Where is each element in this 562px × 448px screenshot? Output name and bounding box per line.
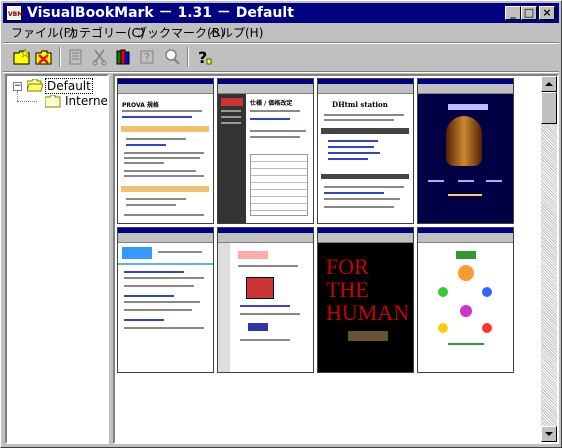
close-button[interactable]: ×	[539, 6, 555, 20]
thumbnail-heading: PROVA 規格	[122, 102, 159, 109]
close-icon: ×	[542, 6, 552, 19]
human-line-human: HUMAN	[326, 300, 410, 325]
window-title: VisualBookMark － 1.31 － Default	[27, 5, 294, 21]
tree-connector-v	[17, 91, 18, 101]
human-line-the: THE	[326, 277, 369, 302]
tree-connector-h	[17, 101, 37, 102]
toolbar-divider-2	[187, 47, 189, 67]
app-icon-text: VBM	[8, 11, 24, 18]
scroll-down-button[interactable]	[541, 426, 557, 442]
thumbnail-card[interactable]	[417, 78, 514, 224]
help-icon: ?	[198, 48, 212, 66]
scroll-down-icon	[545, 432, 553, 436]
toolbar-divider	[59, 47, 61, 67]
thumbnail-card[interactable]	[117, 227, 214, 373]
thumbnail-card[interactable]	[217, 227, 314, 373]
svg-text:?: ?	[144, 51, 150, 64]
scroll-up-button[interactable]	[541, 76, 557, 92]
magnifier-icon	[165, 49, 180, 65]
thumbnail-heading: DHtml station	[332, 100, 388, 109]
minimize-icon: _	[510, 6, 516, 19]
find-button[interactable]	[161, 46, 183, 68]
thumbnail-card[interactable]: FOR THE HUMAN	[317, 227, 414, 373]
human-line-for: FOR	[326, 254, 369, 279]
thumbnail-heading: 仕様 / 価格改定	[250, 100, 293, 107]
tree-item-default[interactable]: Default	[45, 78, 93, 94]
thumbnail-view[interactable]: PROVA 規格 仕様 / 価格改定 DHtml station FOR THE…	[113, 74, 559, 444]
open-folder-icon	[27, 79, 43, 92]
menu-bar: ファイル(F) カテゴリー(C) ブックマーク(B) ヘルプ(H)	[3, 24, 559, 42]
toolbar-separator	[3, 71, 559, 73]
minimize-button[interactable]: _	[505, 6, 521, 20]
books-icon	[116, 49, 130, 65]
new-folder-icon	[13, 48, 30, 65]
thumbnail-card[interactable]: DHtml station	[317, 78, 414, 224]
thumbnail-card[interactable]: PROVA 規格	[117, 78, 214, 224]
delete-folder-button[interactable]	[33, 46, 55, 68]
tree-collapse-toggle[interactable]: −	[13, 82, 22, 91]
title-bar[interactable]: VBM VisualBookMark － 1.31 － Default _ □ …	[3, 3, 559, 23]
help-search-icon: ?	[140, 50, 154, 64]
app-window: VBM VisualBookMark － 1.31 － Default _ □ …	[0, 0, 562, 448]
folder-icon	[45, 95, 61, 108]
properties-button[interactable]	[65, 46, 87, 68]
scrollbar-thumb[interactable]	[541, 92, 557, 124]
app-icon[interactable]: VBM	[6, 5, 24, 21]
toolbar: ? ?	[3, 44, 559, 72]
menu-help[interactable]: ヘルプ(H)	[209, 25, 263, 41]
scroll-up-icon	[545, 82, 553, 86]
help-glyph: ?	[198, 48, 207, 66]
scissors-icon	[92, 49, 107, 66]
help-button[interactable]: ?	[193, 46, 215, 68]
new-folder-button[interactable]	[11, 46, 33, 68]
maximize-icon: □	[523, 6, 535, 19]
properties-icon	[69, 49, 82, 65]
maximize-button[interactable]: □	[521, 6, 537, 20]
menu-file[interactable]: ファイル(F)	[11, 25, 75, 41]
books-button[interactable]	[113, 46, 135, 68]
category-tree[interactable]: − Default Internet	[5, 74, 109, 444]
delete-folder-icon	[35, 50, 52, 65]
thumbnail-card[interactable]	[417, 227, 514, 373]
vertical-scrollbar[interactable]	[541, 76, 557, 442]
menu-category[interactable]: カテゴリー(C)	[67, 25, 145, 41]
help-search-button[interactable]: ?	[137, 46, 159, 68]
thumbnail-card[interactable]: 仕様 / 価格改定	[217, 78, 314, 224]
tree-item-internet[interactable]: Internet	[65, 94, 107, 108]
cut-button[interactable]	[89, 46, 111, 68]
